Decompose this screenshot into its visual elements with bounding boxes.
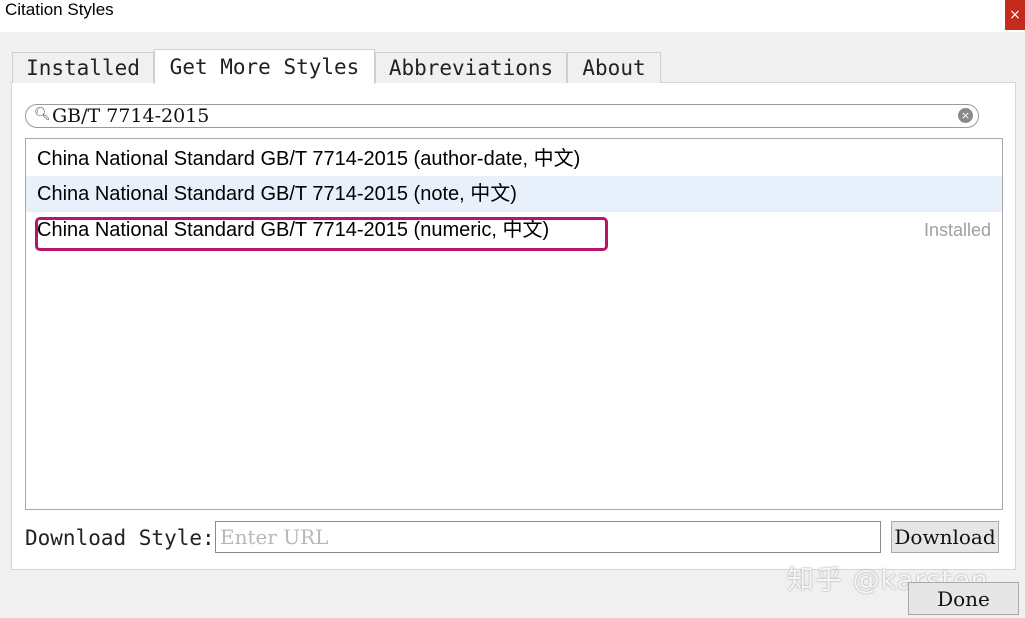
download-button[interactable]: Download bbox=[891, 521, 999, 553]
clear-icon[interactable]: × bbox=[958, 108, 973, 123]
done-button[interactable]: Done bbox=[908, 582, 1019, 615]
style-name: China National Standard GB/T 7714-2015 (… bbox=[37, 183, 517, 205]
highlight-annotation bbox=[35, 217, 608, 251]
style-results-list[interactable]: China National Standard GB/T 7714-2015 (… bbox=[25, 138, 1003, 510]
tab-installed[interactable]: Installed bbox=[12, 52, 154, 83]
search-icon: 🔍︎ bbox=[34, 107, 51, 122]
tab-about[interactable]: About bbox=[567, 52, 661, 83]
search-input[interactable] bbox=[52, 106, 932, 126]
close-button[interactable]: × bbox=[1005, 0, 1025, 30]
search-field[interactable]: 🔍︎ × bbox=[25, 104, 979, 128]
style-name: China National Standard GB/T 7714-2015 (… bbox=[37, 148, 581, 170]
tab-abbreviations[interactable]: Abbreviations bbox=[375, 52, 567, 83]
window-title: Citation Styles bbox=[5, 0, 114, 19]
title-bar: Citation Styles × bbox=[0, 0, 1025, 32]
tab-get-more-styles[interactable]: Get More Styles bbox=[154, 49, 375, 84]
download-style-label: Download Style: bbox=[25, 526, 215, 550]
style-status: Installed bbox=[923, 220, 991, 240]
list-item[interactable]: China National Standard GB/T 7714-2015 (… bbox=[26, 141, 1002, 177]
url-input[interactable] bbox=[215, 521, 881, 553]
list-item[interactable]: China National Standard GB/T 7714-2015 (… bbox=[26, 176, 1002, 212]
